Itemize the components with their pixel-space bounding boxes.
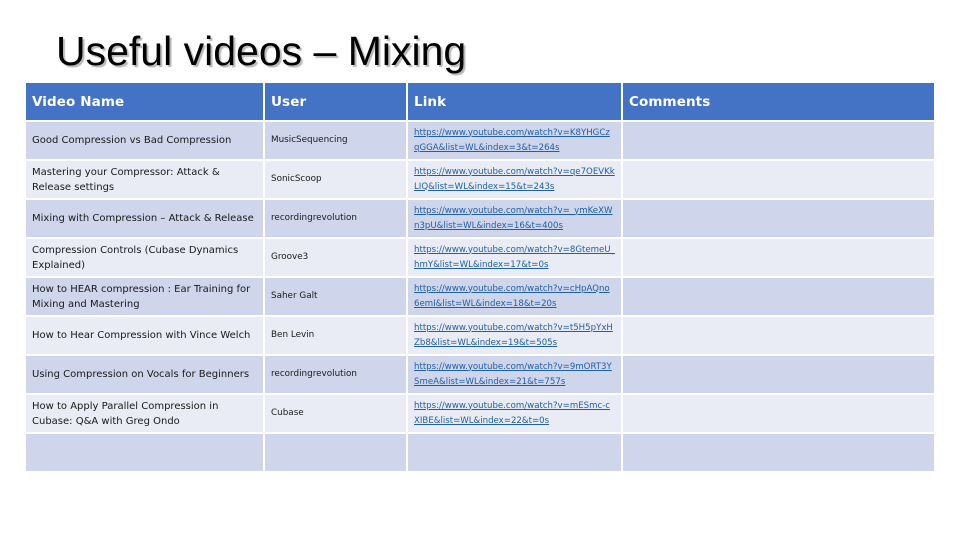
cell-user: MusicSequencing [265,122,408,161]
cell-user[interactable] [265,434,408,473]
cell-comments[interactable] [623,395,934,434]
cell-user: Saher Galt [265,278,408,317]
header-link: Link [408,83,623,122]
header-user: User [265,83,408,122]
cell-link: https://www.youtube.com/watch?v=8GtemeU_… [408,239,623,278]
cell-video-name: Compression Controls (Cubase Dynamics Ex… [26,239,265,278]
header-comments: Comments [623,83,934,122]
cell-user: Ben Levin [265,317,408,356]
table-row: How to HEAR compression : Ear Training f… [26,278,934,317]
cell-user: recordingrevolution [265,200,408,239]
table-row: How to Hear Compression with Vince Welch… [26,317,934,356]
cell-video-name: How to Hear Compression with Vince Welch [26,317,265,356]
table-row: Mastering your Compressor: Attack & Rele… [26,161,934,200]
cell-user: Cubase [265,395,408,434]
cell-link: https://www.youtube.com/watch?v=cHpAQno6… [408,278,623,317]
cell-video-name[interactable] [26,434,265,473]
video-link[interactable]: https://www.youtube.com/watch?v=mESmc-cX… [414,399,615,429]
cell-comments[interactable] [623,239,934,278]
cell-link: https://www.youtube.com/watch?v=K8YHGCzq… [408,122,623,161]
video-link[interactable]: https://www.youtube.com/watch?v=cHpAQno6… [414,282,615,312]
table-row: Using Compression on Vocals for Beginner… [26,356,934,395]
cell-video-name: Good Compression vs Bad Compression [26,122,265,161]
table-row: Good Compression vs Bad Compression Musi… [26,122,934,161]
cell-video-name: Mastering your Compressor: Attack & Rele… [26,161,265,200]
video-link[interactable]: https://www.youtube.com/watch?v=t5H5pYxH… [414,321,615,351]
cell-link: https://www.youtube.com/watch?v=mESmc-cX… [408,395,623,434]
video-link[interactable]: https://www.youtube.com/watch?v=8GtemeU_… [414,243,615,273]
header-video-name: Video Name [26,83,265,122]
video-link[interactable]: https://www.youtube.com/watch?v=K8YHGCzq… [414,126,615,156]
cell-link: https://www.youtube.com/watch?v=qe7OEVKk… [408,161,623,200]
cell-link[interactable] [408,434,623,473]
video-link[interactable]: https://www.youtube.com/watch?v=9mORT3YS… [414,360,615,390]
cell-comments[interactable] [623,122,934,161]
cell-comments[interactable] [623,356,934,395]
cell-link: https://www.youtube.com/watch?v=9mORT3YS… [408,356,623,395]
cell-comments[interactable] [623,200,934,239]
cell-comments[interactable] [623,434,934,473]
cell-video-name: Mixing with Compression – Attack & Relea… [26,200,265,239]
video-link[interactable]: https://www.youtube.com/watch?v=_ymKeXWn… [414,204,615,234]
cell-user: Groove3 [265,239,408,278]
table-row: How to Apply Parallel Compression in Cub… [26,395,934,434]
videos-table: Video Name User Link Comments Good Compr… [26,83,934,473]
slide-title: Useful videos – Mixing [56,28,467,74]
table-row: Mixing with Compression – Attack & Relea… [26,200,934,239]
cell-video-name: How to HEAR compression : Ear Training f… [26,278,265,317]
cell-video-name: How to Apply Parallel Compression in Cub… [26,395,265,434]
video-link[interactable]: https://www.youtube.com/watch?v=qe7OEVKk… [414,165,615,195]
cell-link: https://www.youtube.com/watch?v=t5H5pYxH… [408,317,623,356]
table-row: Compression Controls (Cubase Dynamics Ex… [26,239,934,278]
cell-comments[interactable] [623,317,934,356]
cell-comments[interactable] [623,278,934,317]
cell-video-name: Using Compression on Vocals for Beginner… [26,356,265,395]
table-header-row: Video Name User Link Comments [26,83,934,122]
table-row-empty [26,434,934,473]
cell-comments[interactable] [623,161,934,200]
cell-user: recordingrevolution [265,356,408,395]
cell-user: SonicScoop [265,161,408,200]
cell-link: https://www.youtube.com/watch?v=_ymKeXWn… [408,200,623,239]
